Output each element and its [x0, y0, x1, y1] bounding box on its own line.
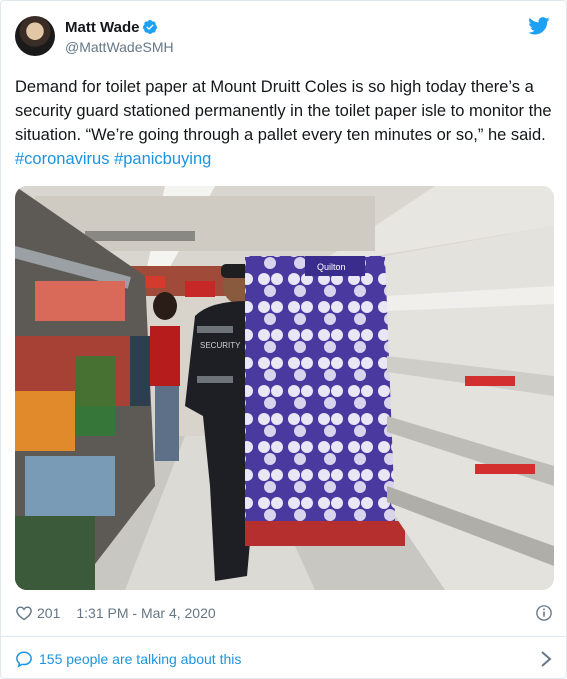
quilton-label: Quilton [317, 262, 346, 272]
vest-text: SECURITY [200, 341, 241, 350]
author-name-text[interactable]: Matt Wade [65, 19, 139, 36]
twitter-bird-icon[interactable] [528, 17, 550, 35]
author-name[interactable]: Matt Wade [65, 18, 158, 37]
tweet-body: Demand for toilet paper at Mount Druitt … [15, 78, 552, 144]
hashtag-coronavirus[interactable]: #coronavirus [15, 150, 109, 168]
conversation-label[interactable]: 155 people are talking about this [39, 651, 241, 667]
divider [1, 636, 566, 637]
author-handle[interactable]: @MattWadeSMH [65, 39, 174, 55]
tweet-timestamp[interactable]: 1:31 PM - Mar 4, 2020 [76, 605, 215, 621]
tweet-meta: 201 1:31 PM - Mar 4, 2020 [15, 602, 553, 624]
conversation-link[interactable]: 155 people are talking about this [15, 649, 553, 669]
hashtag-panicbuying[interactable]: #panicbuying [114, 150, 211, 168]
avatar[interactable] [15, 16, 55, 56]
heart-icon[interactable] [15, 605, 33, 621]
supermarket-aisle-photo: SECURITY Quilton [15, 186, 554, 590]
tweet-card: Matt Wade @MattWadeSMH Demand for toilet… [0, 0, 567, 679]
speech-bubble-icon [16, 651, 32, 668]
chevron-right-icon[interactable] [539, 650, 553, 668]
verified-badge-icon [143, 20, 158, 34]
like-count[interactable]: 201 [37, 605, 60, 621]
info-icon[interactable] [535, 604, 553, 622]
tweet-photo[interactable]: SECURITY Quilton [15, 186, 554, 590]
tweet-text: Demand for toilet paper at Mount Druitt … [15, 75, 555, 171]
